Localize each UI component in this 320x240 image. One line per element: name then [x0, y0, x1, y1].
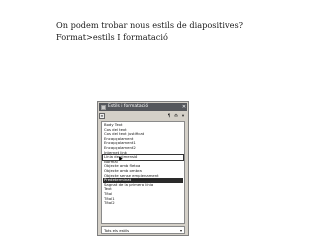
close-icon[interactable]: ✕: [181, 103, 187, 111]
style-filter-select[interactable]: Tots els estils ▾: [101, 226, 185, 234]
slide-text-block: On podem trobar nous estils de diapositi…: [56, 19, 306, 43]
panel-toolbar: ≡ ¶ ⟰ ▾: [99, 112, 187, 120]
slide-line-question: On podem trobar nous estils de diapositi…: [56, 20, 244, 30]
style-filter-value: Tots els estils: [104, 227, 130, 233]
fill-format-icon[interactable]: ⟰: [173, 113, 179, 119]
style-actions-menu-icon[interactable]: ▾: [180, 113, 186, 119]
style-category-icon[interactable]: ≡: [99, 113, 105, 119]
panel-title: Estils i formatació: [108, 104, 149, 109]
new-style-icon[interactable]: ¶: [166, 113, 172, 119]
panel-titlebar[interactable]: Estils i formatació ✕: [99, 103, 187, 111]
slide-line-answer: Format>estils I formatació: [56, 32, 168, 42]
style-list-item[interactable]: Títol2: [103, 200, 183, 206]
chevron-down-icon[interactable]: ▾: [178, 228, 184, 233]
window-icon: [101, 104, 106, 110]
styles-list[interactable]: Body Text Cos del text Cos del text justif…: [101, 121, 185, 224]
styles-and-formatting-panel: Estils i formatació ✕ ≡ ¶ ⟰ ▾ Body Text C…: [97, 101, 189, 236]
